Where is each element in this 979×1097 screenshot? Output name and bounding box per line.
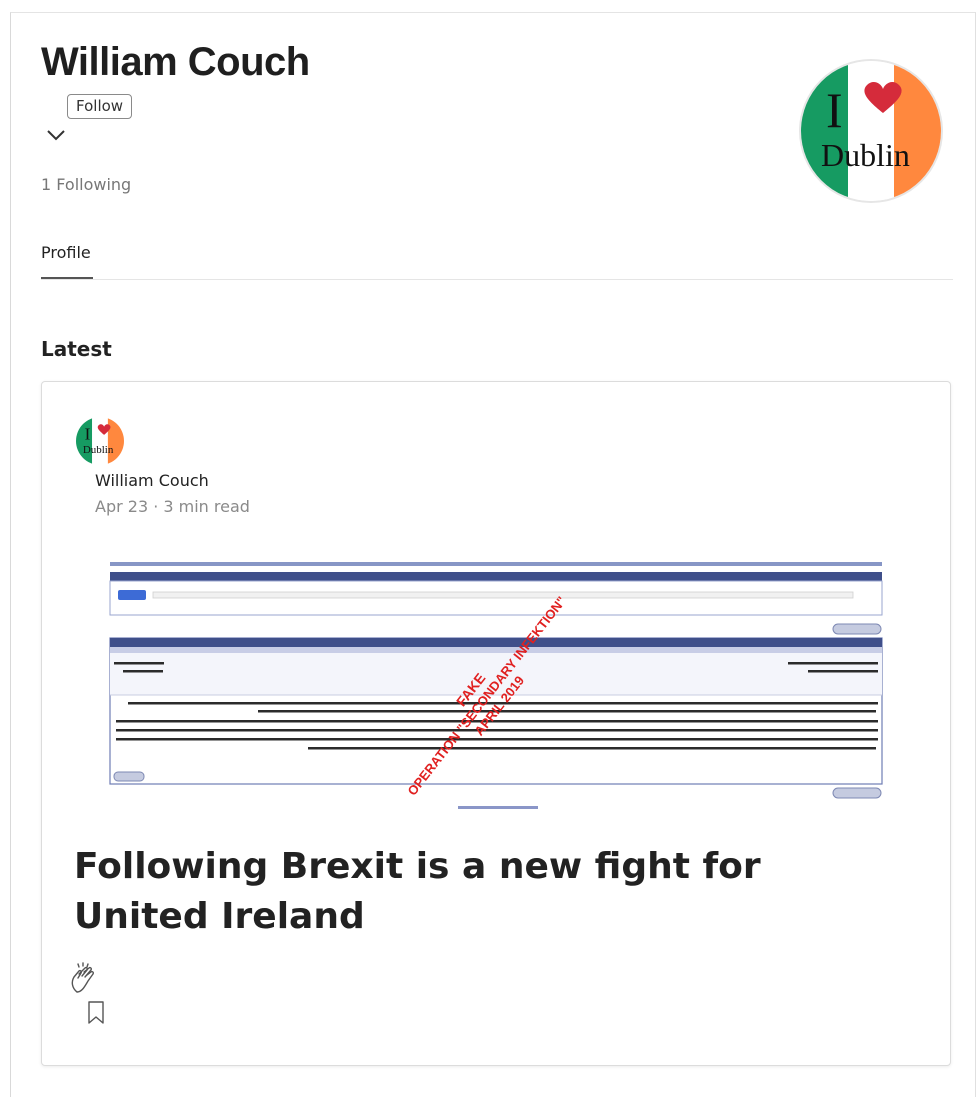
following-count[interactable]: 1 Following [41,175,131,194]
follow-button[interactable]: Follow [67,94,133,119]
author-name[interactable]: William Couch [95,471,209,490]
chevron-down-icon[interactable] [46,128,66,142]
post-meta: Apr 23 · 3 min read [95,497,250,516]
avatar-word-top: I [826,82,843,138]
clap-icon[interactable] [68,962,102,996]
tab-divider [41,279,953,280]
author-avatar[interactable]: I Dublin [76,417,124,465]
avatar-word-bottom: Dublin [83,444,114,456]
post-image[interactable]: FAKE OPERATION "SECONDARY INFEKTION" APR… [108,562,884,816]
avatar-word-top: I [85,425,91,444]
avatar-word-bottom: Dublin [821,137,910,173]
profile-name: William Couch [41,40,310,84]
section-title-latest: Latest [41,337,112,361]
profile-avatar: I Dublin [801,61,941,201]
bookmark-icon[interactable] [87,1001,105,1025]
post-title[interactable]: Following Brexit is a new fight for Unit… [74,842,854,942]
tab-profile[interactable]: Profile [41,243,91,262]
